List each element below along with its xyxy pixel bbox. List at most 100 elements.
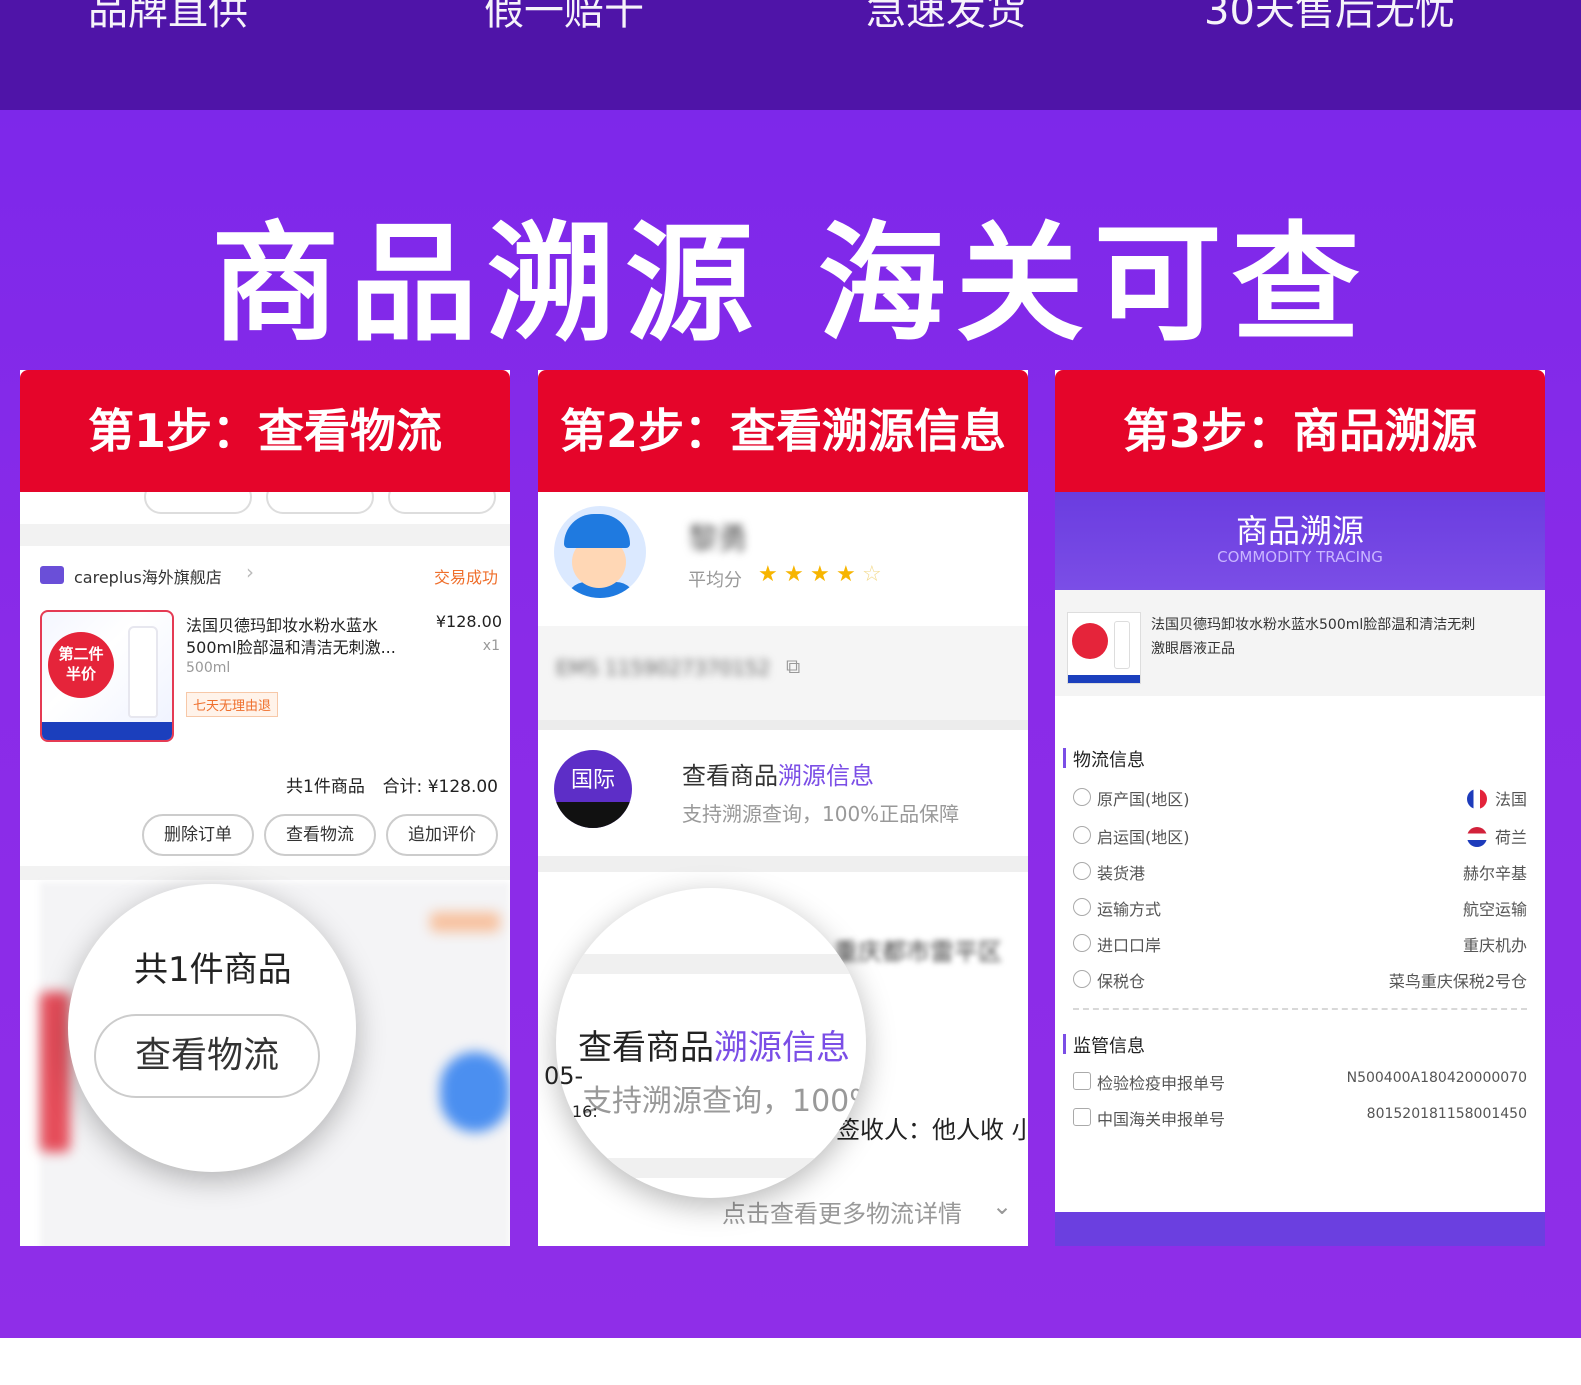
warehouse-icon — [1073, 970, 1091, 988]
dashed-divider — [1073, 1008, 1527, 1010]
blurred-block — [40, 992, 70, 1152]
step-2-title: 第2步：查看溯源信息 — [538, 370, 1028, 492]
departure-country: 荷兰 — [1494, 828, 1527, 847]
customs-icon — [1073, 1108, 1091, 1126]
magnified-highlight: 溯源信息 — [714, 1028, 850, 1068]
partial-button — [144, 492, 252, 514]
copy-icon[interactable]: ⧉ — [786, 654, 800, 678]
tracing-footer-bar — [1055, 1212, 1545, 1246]
step-3-title: 第3步：商品溯源 — [1055, 370, 1545, 492]
loading-port-label: 装货港 — [1097, 864, 1146, 883]
trace-entry-subtitle: 支持溯源查询，100%正品保障 — [682, 802, 960, 826]
order-item-count: 共1件商品 — [286, 777, 365, 797]
logistics-heading: 物流信息 — [1073, 750, 1145, 771]
feature-fast-shipping: 急速发货 — [866, 0, 1026, 34]
bottle-graphic — [128, 626, 158, 718]
transport-icon — [1073, 898, 1091, 916]
delete-order-button[interactable]: 删除订单 — [142, 814, 254, 856]
step-3-screenshot: 商品溯源 COMMODITY TRACING 法国贝德玛卸妆水粉水蓝水500ml… — [1055, 492, 1545, 1246]
import-port-value: 重庆机办 — [1462, 936, 1527, 955]
section-marker — [1063, 748, 1066, 768]
origin-label: 原产国(地区) — [1097, 790, 1190, 809]
magnified-view-logistics-button[interactable]: 查看物流 — [94, 1014, 320, 1098]
half-price-badge: 第二件 半价 — [48, 632, 114, 698]
divider — [20, 524, 510, 546]
tracking-number: EMS 1159027370152 — [556, 656, 771, 680]
badge-line-1: 第二件 — [58, 645, 104, 663]
tracing-banner: 商品溯源 COMMODITY TRACING — [1055, 492, 1545, 590]
step-2-panel: 第2步：查看溯源信息 黎勇 平均分 ★ ★ ★ ★ ☆ EMS 11590273… — [538, 370, 1028, 1246]
courier-name: 黎勇 — [688, 522, 748, 557]
step-1-panel: 第1步：查看物流 careplus海外旗舰店 › 交易成功 第二件 半价 法国贝… — [20, 370, 510, 1246]
bonded-warehouse-value: 菜鸟重庆保税2号仓 — [1388, 972, 1527, 991]
product-price: ¥128.00 — [435, 612, 502, 631]
divider — [20, 866, 510, 880]
feature-brand-direct: 品牌直供 — [88, 0, 248, 34]
date-fragment: 05- — [544, 1062, 584, 1090]
magnified-trace-title[interactable]: 查看商品溯源信息 — [578, 1020, 850, 1069]
blurred-block — [440, 1052, 510, 1132]
origin-country: 法国 — [1494, 790, 1527, 809]
more-logistics-link[interactable]: 点击查看更多物流详情 — [722, 1194, 962, 1229]
netherlands-flag-icon — [1466, 827, 1487, 847]
shop-icon — [40, 566, 64, 584]
section-marker — [1063, 1034, 1066, 1054]
magnifier-circle: 查看商品溯源信息 支持溯源查询，100% — [556, 888, 866, 1198]
step-2-screenshot: 黎勇 平均分 ★ ★ ★ ★ ☆ EMS 1159027370152 ⧉ 国际 … — [538, 492, 1028, 1246]
ship-icon — [1073, 862, 1091, 880]
star-icon: ★ — [836, 562, 856, 587]
inspection-number-label: 检验检疫申报单号 — [1097, 1074, 1226, 1093]
international-icon-text: 国际 — [570, 768, 615, 793]
order-status: 交易成功 — [433, 568, 498, 587]
return-policy-tag: 七天无理由退 — [186, 692, 279, 717]
tracing-banner-subtitle: COMMODITY TRACING — [1217, 548, 1383, 566]
star-icon: ★ — [810, 562, 830, 587]
product-quantity: x1 — [482, 638, 500, 654]
magnified-item-count: 共1件商品 — [134, 950, 292, 990]
page-headline: 商品溯源 海关可查 — [211, 210, 1370, 359]
product-summary: 法国贝德玛卸妆水粉水蓝水500ml脸部温和清洁无刺 激眼唇液正品 — [1055, 590, 1545, 696]
product-strip — [42, 722, 172, 740]
france-flag-icon — [1466, 789, 1487, 809]
origin-value: 法国 — [1466, 786, 1527, 810]
add-review-button[interactable]: 追加评价 — [386, 814, 498, 856]
inspection-number-value: N500400A180420000070 — [1346, 1070, 1527, 1086]
magnifier-circle: 共1件商品 查看物流 — [68, 884, 356, 1172]
product-thumbnail — [1067, 612, 1141, 684]
chevron-right-icon[interactable]: › — [246, 560, 254, 584]
transport-value: 航空运输 — [1462, 900, 1527, 919]
shop-name[interactable]: careplus海外旗舰店 — [74, 564, 222, 588]
magnified-subtitle: 支持溯源查询，100% — [582, 1084, 866, 1119]
customs-number-value: 801520181158001450 — [1366, 1106, 1527, 1122]
customs-number-label: 中国海关申报单号 — [1097, 1110, 1226, 1129]
product-title-line2[interactable]: 500ml脸部温和清洁无刺激... — [186, 634, 396, 658]
step-3-panel: 第3步：商品溯源 商品溯源 COMMODITY TRACING 法国贝德玛卸妆水… — [1055, 370, 1545, 1246]
trace-entry-title[interactable]: 查看商品溯源信息 — [682, 756, 874, 791]
product-spec: 500ml — [186, 660, 231, 676]
feature-fake-compensation: 假一赔十 — [484, 0, 644, 34]
transport-label: 运输方式 — [1097, 900, 1162, 919]
feature-after-sales: 30天售后无忧 — [1204, 0, 1455, 34]
product-image[interactable]: 第二件 半价 — [40, 610, 174, 742]
globe-icon — [1073, 788, 1091, 806]
courier-avatar — [554, 506, 646, 598]
supervision-heading: 监管信息 — [1073, 1036, 1145, 1057]
port-icon — [1073, 934, 1091, 952]
blurred-block — [430, 912, 500, 932]
partial-button — [266, 492, 374, 514]
star-icon: ★ — [784, 562, 804, 587]
departure-label: 启运国(地区) — [1097, 828, 1190, 847]
step-1-screenshot: careplus海外旗舰店 › 交易成功 第二件 半价 法国贝德玛卸妆水粉水蓝水… — [20, 492, 510, 1246]
step-1-title: 第1步：查看物流 — [20, 370, 510, 492]
loading-port-value: 赫尔辛基 — [1462, 864, 1527, 883]
time-fragment: 16: — [572, 1102, 598, 1121]
view-logistics-button[interactable]: 查看物流 — [264, 814, 376, 856]
product-title-line1[interactable]: 法国贝德玛卸妆水粉水蓝水 — [186, 612, 378, 636]
trace-entry-highlight: 溯源信息 — [778, 762, 874, 790]
order-total: 合计: ¥128.00 — [382, 777, 498, 797]
departure-value: 荷兰 — [1466, 824, 1527, 848]
import-port-label: 进口口岸 — [1097, 936, 1162, 955]
chevron-down-icon[interactable]: ⌄ — [992, 1192, 1012, 1220]
tracing-banner-title: 商品溯源 — [1235, 512, 1364, 550]
star-empty-icon: ☆ — [862, 562, 882, 587]
